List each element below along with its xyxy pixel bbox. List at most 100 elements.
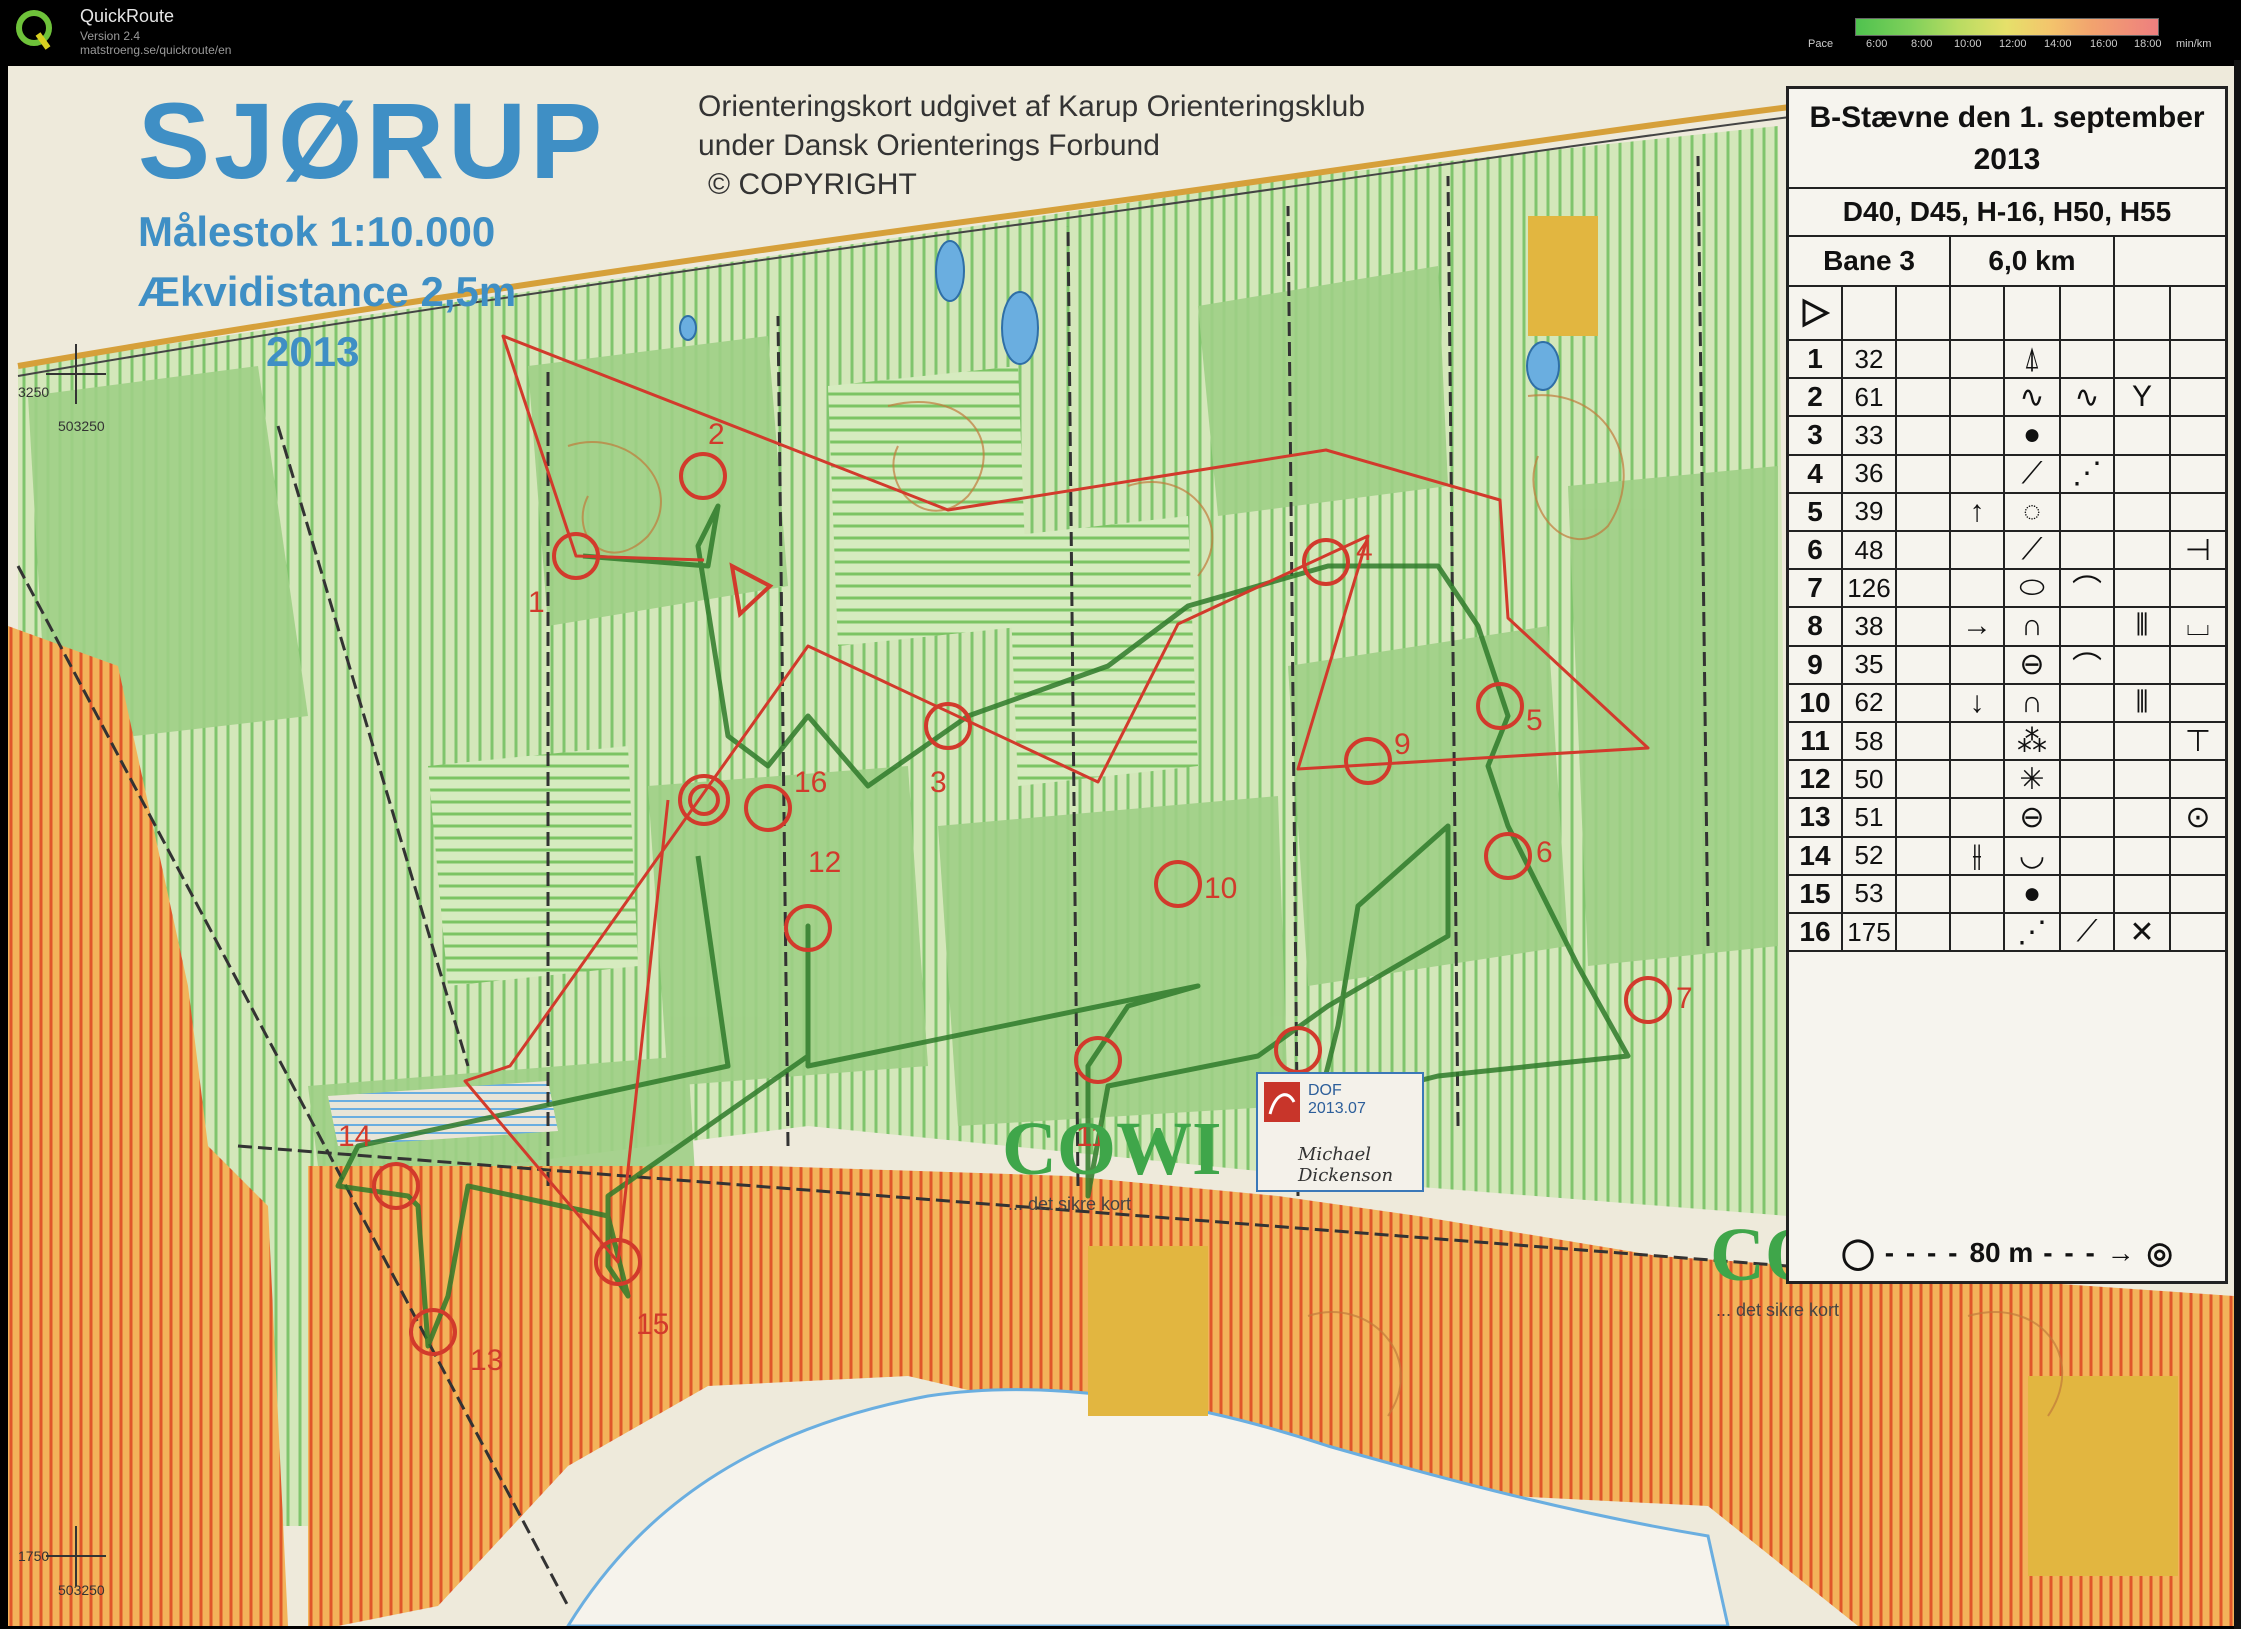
desc-cell xyxy=(2171,287,2225,339)
desc-control-row: 2 61 ∿ ∿ Y xyxy=(1789,379,2225,418)
control-number: 7 xyxy=(1676,982,1693,1015)
desc-cell xyxy=(2171,876,2225,912)
desc-cell xyxy=(1951,914,2005,951)
finish-double-circle-icon: ◎ xyxy=(2146,1236,2173,1270)
desc-control-number: 9 xyxy=(1789,646,1843,683)
ioc-symbol-icon: ✳ xyxy=(2005,761,2061,798)
desc-control-row: 14 52 ⫲ ◡ xyxy=(1789,837,2225,876)
desc-control-code: 32 xyxy=(1843,341,1897,378)
desc-control-code: 53 xyxy=(1843,875,1897,912)
desc-cell xyxy=(2061,837,2115,874)
desc-cell xyxy=(1951,723,2005,760)
desc-cell xyxy=(1897,455,1951,492)
desc-control-code: 126 xyxy=(1843,570,1897,607)
ioc-symbol-icon: ◡ xyxy=(2005,837,2061,874)
pace-tick: 16:00 xyxy=(2090,38,2118,50)
window-edge xyxy=(2234,60,2241,1629)
desc-cell xyxy=(2115,646,2171,683)
desc-classes: D40, D45, H-16, H50, H55 xyxy=(1789,189,2225,237)
desc-cell xyxy=(1897,417,1951,454)
desc-event: B-Stævne den 1. september 2013 xyxy=(1789,89,2225,189)
desc-cell xyxy=(1951,570,2005,607)
desc-cell xyxy=(2115,837,2171,874)
start-triangle-icon xyxy=(1789,287,1843,339)
grid-label-x-bottom: 503250 xyxy=(58,1582,105,1598)
desc-control-row: 11 58 ⁂ ⊤ xyxy=(1789,723,2225,762)
desc-climb xyxy=(2115,237,2225,285)
desc-cell xyxy=(1951,646,2005,683)
ioc-symbol-icon: ◌ xyxy=(2005,493,2061,530)
ioc-symbol-icon: ⬭ xyxy=(2005,570,2061,607)
ioc-symbol-icon: ⊖ xyxy=(2005,799,2061,836)
map-publisher-line2: under Dansk Orienterings Forbund xyxy=(698,129,1160,162)
ioc-symbol-icon: ↑ xyxy=(1951,493,2005,530)
desc-control-number: 3 xyxy=(1789,417,1843,454)
ioc-symbol-icon: ⊙ xyxy=(2185,800,2211,834)
ioc-symbol-icon: ⫴ xyxy=(2115,684,2171,721)
desc-cell xyxy=(2171,494,2225,530)
desc-control-number: 15 xyxy=(1789,875,1843,912)
desc-cell xyxy=(1843,287,1897,339)
ioc-symbol-icon: ⫴ xyxy=(2115,608,2171,645)
desc-control-number: 11 xyxy=(1789,723,1843,760)
desc-cell xyxy=(2171,341,2225,377)
ioc-symbol-icon: ⋰ xyxy=(2005,914,2061,951)
desc-cell xyxy=(2115,875,2171,912)
pace-tick: 18:00 xyxy=(2134,38,2162,50)
ioc-symbol-icon: ∩ xyxy=(2005,684,2061,721)
desc-cell xyxy=(2115,341,2171,378)
ioc-symbol-icon: ● xyxy=(2005,417,2061,454)
grid-label-y-bottom: 1750 xyxy=(18,1548,50,1564)
desc-cell xyxy=(2171,379,2225,415)
desc-cell xyxy=(2061,799,2115,836)
desc-cell xyxy=(2171,417,2225,453)
app-version: Version 2.4 xyxy=(80,29,141,43)
ioc-symbol-icon: ⍋ xyxy=(2005,341,2061,378)
desc-cell xyxy=(1897,837,1951,874)
ioc-symbol-icon: ⋰ xyxy=(2061,455,2115,492)
desc-cell xyxy=(2061,875,2115,912)
map-year: 2013 xyxy=(266,328,360,375)
desc-cell xyxy=(1897,914,1951,951)
desc-course: Bane 3 xyxy=(1789,237,1951,285)
desc-control-number: 16 xyxy=(1789,914,1843,951)
ioc-symbol-icon: ✕ xyxy=(2115,914,2171,951)
map-copyright: © COPYRIGHT xyxy=(708,168,917,201)
desc-cell xyxy=(1897,799,1951,836)
desc-length: 6,0 km xyxy=(1951,237,2115,285)
desc-course-row: Bane 3 6,0 km xyxy=(1789,237,2225,287)
desc-cell xyxy=(2171,914,2225,950)
desc-control-row: 15 53 ● xyxy=(1789,875,2225,914)
desc-cell xyxy=(1951,532,2005,569)
desc-control-number: 2 xyxy=(1789,379,1843,416)
desc-control-row: 1 32 ⍋ xyxy=(1789,341,2225,380)
ioc-symbol-icon: ● xyxy=(2005,875,2061,912)
desc-cell xyxy=(2061,608,2115,645)
desc-cell xyxy=(2171,685,2225,721)
desc-finish-distance: 80 m xyxy=(1969,1237,2034,1268)
dof-signature: Michael Dickenson xyxy=(1298,1144,1394,1186)
ioc-symbol-icon: ⊤ xyxy=(2184,724,2212,758)
desc-control-code: 61 xyxy=(1843,379,1897,416)
desc-control-number: 14 xyxy=(1789,837,1843,874)
ioc-symbol-icon: ⌴ xyxy=(2186,609,2210,643)
control-number: 6 xyxy=(1536,836,1553,869)
control-number: 13 xyxy=(470,1344,504,1377)
dof-label: DOF xyxy=(1308,1082,1342,1099)
desc-cell xyxy=(1951,875,2005,912)
desc-cell xyxy=(2171,456,2225,492)
ioc-symbol-icon: ⁂ xyxy=(2005,723,2061,760)
desc-cell xyxy=(2115,493,2171,530)
desc-finish-row: ◯ - - - - 80 m - - - → ◎ xyxy=(1789,1225,2225,1281)
desc-control-number: 10 xyxy=(1789,684,1843,721)
ioc-symbol-icon: Y xyxy=(2115,379,2171,416)
ioc-symbol-icon: ∩ xyxy=(2005,608,2061,645)
sponsor-tagline-2: ... det sikre kort xyxy=(1716,1300,1840,1320)
desc-cell xyxy=(1951,379,2005,416)
desc-cell xyxy=(1897,532,1951,569)
desc-cell xyxy=(2115,455,2171,492)
desc-cell xyxy=(1897,341,1951,378)
dof-approval-box: DOF 2013.07 Michael Dickenson xyxy=(1256,1072,1424,1192)
dof-code: 2013.07 xyxy=(1308,1100,1366,1117)
dof-text: DOF 2013.07 xyxy=(1308,1082,1366,1118)
